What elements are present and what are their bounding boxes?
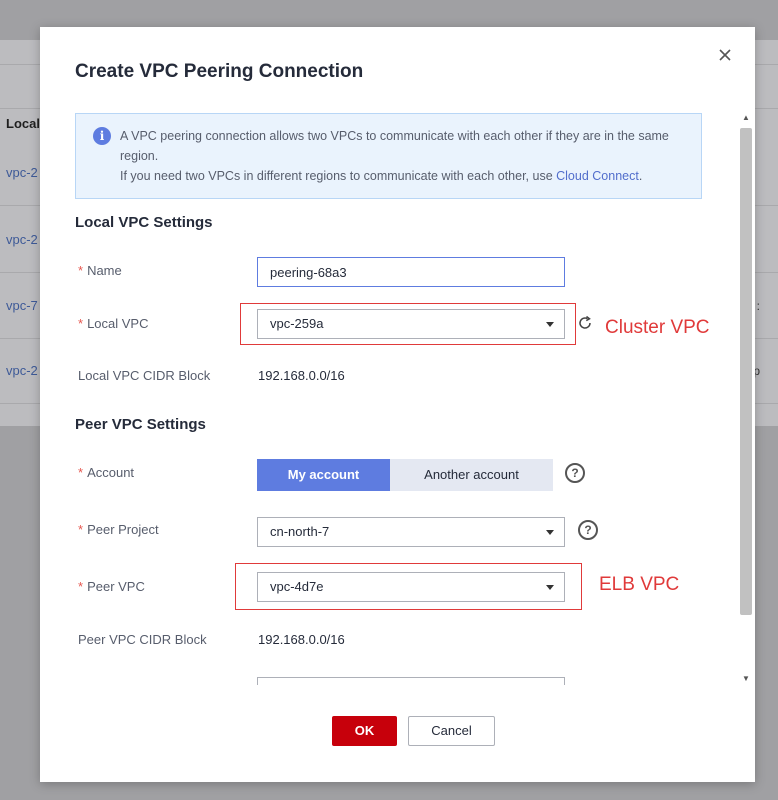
cancel-button[interactable]: Cancel [408, 716, 495, 746]
account-label: * Account [78, 465, 135, 480]
elb-vpc-annotation: ELB VPC [599, 574, 680, 595]
my-account-option[interactable]: My account [257, 459, 390, 491]
required-asterisk: * [78, 465, 84, 480]
another-account-option[interactable]: Another account [390, 459, 553, 491]
caret-down-icon [546, 530, 554, 535]
peer-cidr-label: Peer VPC CIDR Block [78, 632, 207, 647]
name-input[interactable] [257, 257, 565, 287]
cluster-vpc-annotation: Cluster VPC [605, 317, 710, 338]
next-field-partial [257, 677, 565, 685]
dialog-scrollbar[interactable]: ▲ ▼ [738, 112, 754, 685]
elb-vpc-highlight-box [235, 563, 582, 610]
local-vpc-settings-heading: Local VPC Settings [75, 214, 213, 231]
background-row-link: vpc-2 [6, 363, 38, 378]
scroll-down-arrow-icon[interactable]: ▼ [740, 673, 752, 685]
info-line-2-suffix: . [638, 169, 643, 183]
background-row-link: vpc-7 [6, 298, 38, 313]
scrollbar-thumb[interactable] [740, 128, 752, 615]
question-circle-icon[interactable]: ? [578, 520, 598, 540]
info-line-2-prefix: If you need two VPCs in different region… [120, 169, 557, 183]
info-line-1: A VPC peering connection allows two VPCs… [120, 129, 669, 163]
scroll-up-arrow-icon[interactable]: ▲ [740, 112, 752, 124]
local-vpc-label: * Local VPC [78, 316, 149, 331]
local-cidr-label: Local VPC CIDR Block [78, 368, 211, 383]
required-asterisk: * [78, 579, 84, 594]
peer-vpc-label: * Peer VPC [78, 579, 145, 594]
refresh-icon[interactable] [577, 315, 593, 331]
ok-button[interactable]: OK [332, 716, 397, 746]
create-peering-dialog: Create VPC Peering Connection ▲ ▼ i A VP… [40, 27, 755, 782]
close-icon[interactable] [715, 45, 735, 65]
local-cidr-value: 192.168.0.0/16 [258, 368, 345, 383]
name-label: * Name [78, 263, 122, 278]
background-row-link: vpc-2 [6, 232, 38, 247]
cluster-vpc-highlight-box [240, 303, 576, 345]
peer-project-label: * Peer Project [78, 522, 159, 537]
question-circle-icon[interactable]: ? [565, 463, 585, 483]
background-row-link: vpc-2 [6, 165, 38, 180]
peer-project-select[interactable]: cn-north-7 [257, 517, 565, 547]
dialog-title: Create VPC Peering Connection [75, 61, 364, 82]
required-asterisk: * [78, 522, 84, 537]
peer-project-value: cn-north-7 [270, 524, 330, 539]
required-asterisk: * [78, 316, 84, 331]
background-cell-fragment: : [756, 299, 760, 313]
peer-vpc-settings-heading: Peer VPC Settings [75, 416, 206, 433]
cloud-connect-link[interactable]: Cloud Connect [556, 169, 639, 183]
peer-cidr-value: 192.168.0.0/16 [258, 632, 345, 647]
info-icon: i [93, 127, 111, 145]
info-banner: i A VPC peering connection allows two VP… [75, 113, 702, 199]
background-table-header: Local [6, 116, 40, 131]
required-asterisk: * [78, 263, 84, 278]
info-text: A VPC peering connection allows two VPCs… [120, 126, 690, 186]
